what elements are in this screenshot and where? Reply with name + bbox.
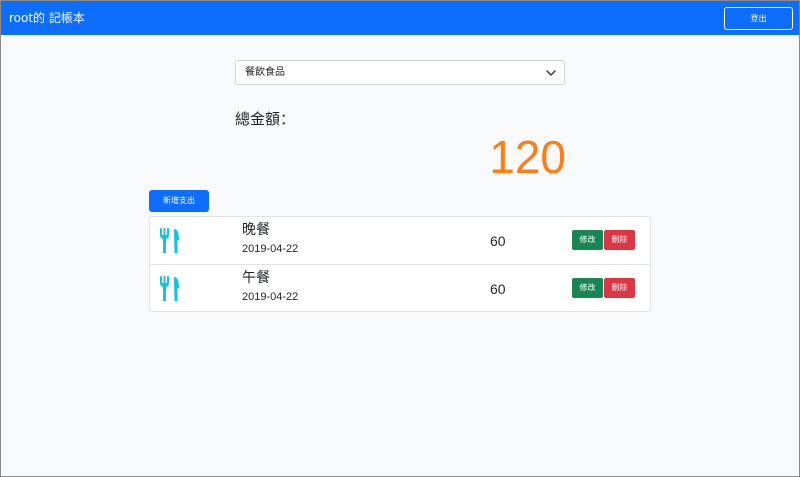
total-amount-value: 120 (489, 131, 566, 183)
expense-amount: 60 (490, 233, 506, 249)
total-amount-label: 總金額： (235, 110, 296, 128)
app-brand[interactable]: root的 記帳本 (9, 10, 85, 26)
add-expense-button[interactable]: 新增支出 (149, 190, 209, 212)
navbar: root的 記帳本 登出 (1, 1, 799, 35)
expense-name: 晚餐 (242, 222, 270, 238)
expense-row: 晚餐 2019-04-22 60 修改 刪除 (150, 217, 650, 264)
utensils-icon (160, 228, 179, 253)
delete-button[interactable]: 刪除 (604, 230, 635, 250)
chevron-down-icon (546, 70, 556, 76)
delete-button[interactable]: 刪除 (604, 278, 635, 298)
expense-date: 2019-04-22 (242, 291, 299, 303)
expense-amount: 60 (490, 281, 506, 297)
utensils-icon (160, 276, 179, 301)
expense-row: 午餐 2019-04-22 60 修改 刪除 (150, 264, 650, 311)
edit-button[interactable]: 修改 (572, 230, 603, 250)
expense-name: 午餐 (242, 270, 270, 286)
expense-list: 晚餐 2019-04-22 60 修改 刪除 午餐 2019-04-22 60 … (149, 216, 651, 312)
edit-button[interactable]: 修改 (572, 278, 603, 298)
expense-date: 2019-04-22 (242, 243, 299, 255)
category-select[interactable]: 餐飲食品 (235, 60, 565, 85)
category-select-value: 餐飲食品 (245, 67, 285, 78)
logout-button[interactable]: 登出 (724, 7, 793, 30)
